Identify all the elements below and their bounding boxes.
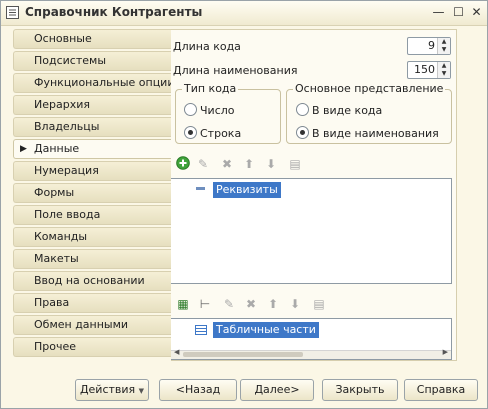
nav-item-label: Подсистемы (34, 54, 107, 67)
scroll-right-icon[interactable]: ▶ (443, 348, 448, 356)
radio-off-icon (296, 103, 309, 116)
nav-item-label: Нумерация (34, 164, 99, 177)
code-type-string-radio[interactable]: Строка (184, 126, 241, 140)
nav-item-rights[interactable]: Права (13, 293, 171, 313)
name-length-label: Длина наименования (173, 64, 298, 77)
current-item-arrow-icon: ▶ (20, 144, 27, 154)
nav-item-label: Поле ввода (34, 208, 101, 221)
next-button[interactable]: Далее> (240, 379, 314, 401)
nav-item-forms[interactable]: Формы (13, 183, 171, 203)
nav-item-label: Макеты (34, 252, 79, 265)
attributes-tree[interactable]: Реквизиты (171, 178, 452, 284)
close-icon[interactable]: ✕ (469, 5, 484, 20)
presentation-name-radio[interactable]: В виде наименования (296, 126, 439, 140)
minimize-icon[interactable]: — (431, 5, 446, 20)
main-presentation-group: Основное представление В виде кода В вид… (286, 82, 452, 144)
nav-item-numbering[interactable]: Нумерация (13, 161, 171, 181)
radio-on-icon (296, 126, 309, 139)
nav-item-templates[interactable]: Макеты (13, 249, 171, 269)
radio-off-icon (184, 103, 197, 116)
add-table-icon[interactable]: ▦ (175, 296, 191, 312)
edit-icon[interactable]: ✎ (195, 156, 211, 172)
nav-item-label: Основные (34, 32, 92, 45)
move-up-icon[interactable]: ⬆ (241, 156, 257, 172)
nav-item-data[interactable]: ▶ Данные (13, 139, 171, 159)
title-bar: Справочник Контрагенты — ☐ ✕ (1, 1, 487, 26)
collapse-icon[interactable] (196, 187, 205, 190)
radio-label: Число (200, 104, 235, 117)
presentation-code-radio[interactable]: В виде кода (296, 103, 382, 117)
sidebar: Основные Подсистемы Функциональные опции… (13, 29, 171, 359)
maximize-icon[interactable]: ☐ (451, 5, 466, 20)
move-down-icon[interactable]: ⬇ (263, 156, 279, 172)
add-icon[interactable] (175, 156, 191, 172)
delete-icon[interactable]: ✖ (243, 296, 259, 312)
scrollbar-thumb[interactable] (183, 352, 303, 357)
main-presentation-title: Основное представление (293, 82, 446, 95)
code-length-value: 9 (428, 39, 435, 52)
close-button[interactable]: Закрыть (322, 379, 398, 401)
nav-item-label: Прочее (34, 340, 77, 353)
radio-label: Строка (200, 127, 242, 140)
nav-item-label: Формы (34, 186, 75, 199)
table-icon (195, 325, 207, 335)
nav-item-input-based-on[interactable]: Ввод на основании (13, 271, 171, 291)
code-length-input[interactable]: 9 ▲ ▼ (407, 37, 451, 55)
catalog-icon (6, 6, 19, 19)
nav-item-label: Функциональные опции (34, 76, 171, 89)
actions-label: Действия (79, 383, 136, 396)
tree-item-tabular-sections[interactable]: Табличные части (213, 322, 319, 338)
dropdown-arrow-icon: ▼ (138, 387, 145, 395)
back-button[interactable]: <Назад (159, 379, 237, 401)
radio-label: В виде наименования (312, 127, 439, 140)
nav-item-hierarchy[interactable]: Иерархия (13, 95, 171, 115)
scroll-left-icon[interactable]: ◀ (174, 348, 179, 356)
nav-item-other[interactable]: Прочее (13, 337, 171, 357)
nav-item-label: Ввод на основании (34, 274, 145, 287)
window: Справочник Контрагенты — ☐ ✕ Основные По… (0, 0, 488, 409)
name-length-input[interactable]: 150 ▲ ▼ (407, 61, 451, 79)
code-length-label: Длина кода (173, 40, 241, 53)
nav-item-owners[interactable]: Владельцы (13, 117, 171, 137)
nav-item-main[interactable]: Основные (13, 29, 171, 49)
name-length-value: 150 (414, 63, 435, 76)
add-column-icon[interactable]: ⊢ (197, 296, 213, 312)
code-length-stepper-icon[interactable]: ▲ ▼ (437, 38, 450, 54)
code-type-number-radio[interactable]: Число (184, 103, 235, 117)
code-type-group: Тип кода Число Строка (175, 82, 281, 144)
nav-item-functional-options[interactable]: Функциональные опции (13, 73, 171, 93)
edit-icon[interactable]: ✎ (221, 296, 237, 312)
nav-item-label: Обмен данными (34, 318, 129, 331)
move-down-icon[interactable]: ⬇ (287, 296, 303, 312)
horizontal-scrollbar[interactable]: ◀ ▶ (171, 348, 451, 359)
tree-item-attributes[interactable]: Реквизиты (213, 182, 281, 198)
nav-item-subsystems[interactable]: Подсистемы (13, 51, 171, 71)
nav-item-label: Права (34, 296, 70, 309)
window-title: Справочник Контрагенты (25, 5, 203, 19)
code-type-title: Тип кода (182, 82, 239, 95)
nav-item-input-field[interactable]: Поле ввода (13, 205, 171, 225)
sort-icon[interactable]: ▤ (311, 296, 327, 312)
radio-on-icon (184, 126, 197, 139)
nav-item-label: Владельцы (34, 120, 100, 133)
attributes-toolbar: ✎ ✖ ⬆ ⬇ ▤ (175, 156, 315, 174)
nav-item-commands[interactable]: Команды (13, 227, 171, 247)
nav-item-label: Иерархия (34, 98, 90, 111)
data-tab-panel: Длина кода 9 ▲ ▼ Длина наименования 150 ▲… (171, 29, 457, 361)
radio-label: В виде кода (312, 104, 383, 117)
sort-icon[interactable]: ▤ (287, 156, 303, 172)
tabular-sections-tree[interactable]: Табличные части ◀ ▶ (171, 318, 452, 360)
nav-item-data-exchange[interactable]: Обмен данными (13, 315, 171, 335)
nav-item-label: Данные (34, 142, 80, 155)
help-button[interactable]: Справка (404, 379, 478, 401)
delete-icon[interactable]: ✖ (219, 156, 235, 172)
name-length-stepper-icon[interactable]: ▲ ▼ (437, 62, 450, 78)
actions-button[interactable]: Действия ▼ (75, 379, 149, 401)
tabular-toolbar: ▦ ⊢ ✎ ✖ ⬆ ⬇ ▤ (175, 296, 335, 314)
nav-item-label: Команды (34, 230, 88, 243)
move-up-icon[interactable]: ⬆ (265, 296, 281, 312)
